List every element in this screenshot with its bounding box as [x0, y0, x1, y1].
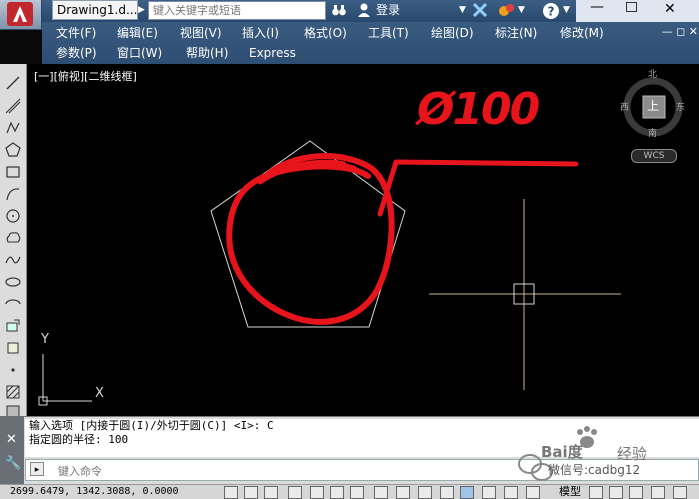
ellipse-tool-icon[interactable]	[4, 273, 22, 291]
red-markup-scribble	[257, 159, 357, 185]
revision-cloud-tool-icon[interactable]	[4, 229, 22, 247]
ucs-x-label: X	[95, 386, 104, 401]
application-menu-button[interactable]	[0, 0, 42, 30]
grid-display-icon[interactable]	[264, 486, 278, 499]
workspace-switching-icon[interactable]	[673, 486, 687, 499]
login-label[interactable]: 登录	[376, 2, 400, 19]
ucs-y-label: Y	[41, 332, 49, 347]
viewcube-top-face[interactable]: 上	[647, 97, 659, 114]
annotation-monitor-icon[interactable]	[526, 486, 540, 499]
polygon-tool-icon[interactable]	[4, 141, 22, 159]
menu-parameter[interactable]: 参数(P)	[56, 44, 97, 62]
selection-cycling-icon[interactable]	[504, 486, 518, 499]
document-window-controls[interactable]: — ◻ ✕	[648, 24, 698, 40]
crosshair-cursor	[429, 199, 621, 390]
chevron-down-icon[interactable]: ▼	[459, 2, 466, 19]
polar-tracking-icon[interactable]	[310, 486, 324, 499]
point-tool-icon[interactable]	[4, 361, 22, 379]
keyword-search-input[interactable]: 键入关键字或短语	[148, 1, 326, 20]
menu-draw[interactable]: 绘图(D)	[431, 24, 474, 42]
drawing-surface	[38, 77, 683, 406]
circle-tool-icon[interactable]	[4, 207, 22, 225]
polyline-tool-icon[interactable]	[4, 119, 22, 137]
compass-west-label: 西	[620, 103, 630, 113]
close-icon[interactable]: ✕	[664, 1, 676, 17]
object-snap-tracking-icon[interactable]	[374, 486, 388, 499]
rectangle-tool-icon[interactable]	[4, 163, 22, 181]
model-space-toggle[interactable]: 模型	[559, 485, 581, 499]
svg-text:?: ?	[548, 5, 555, 19]
help-icon[interactable]: ?	[542, 2, 560, 19]
transparency-icon[interactable]	[460, 486, 474, 499]
menu-tools[interactable]: 工具(T)	[368, 24, 409, 42]
compass-east-label: 东	[676, 103, 686, 113]
menu-dimension[interactable]: 标注(N)	[495, 24, 537, 42]
quick-view-drawings-icon[interactable]	[629, 486, 643, 499]
ortho-mode-icon[interactable]	[288, 486, 302, 499]
autocad-logo-icon	[7, 2, 33, 26]
menu-express[interactable]: Express	[249, 44, 296, 62]
menu-insert[interactable]: 插入(I)	[242, 24, 279, 42]
restore-icon[interactable]	[626, 2, 637, 12]
menu-window[interactable]: 窗口(W)	[117, 44, 162, 62]
viewport-controls-label[interactable]: [一][俯视][二维线框]	[34, 70, 137, 84]
command-input[interactable]	[56, 462, 460, 480]
menu-edit[interactable]: 编辑(E)	[117, 24, 158, 42]
ucs-icon	[38, 354, 92, 406]
menu-view[interactable]: 视图(V)	[180, 24, 222, 42]
chevron-down-icon[interactable]: ▼	[518, 2, 525, 19]
wcs-menu-button[interactable]: WCS	[631, 149, 677, 163]
wrench-icon[interactable]: 🔧	[5, 456, 21, 471]
hatch-tool-icon[interactable]	[4, 383, 22, 401]
window-controls: — ✕	[576, 0, 699, 22]
user-icon[interactable]	[357, 2, 371, 19]
chevron-down-icon[interactable]: ▼	[563, 2, 570, 19]
document-title: Drawing1.d...	[52, 0, 138, 20]
diameter-annotation: Ø100	[417, 84, 540, 140]
draw-toolbar	[0, 64, 27, 422]
binoculars-icon[interactable]	[331, 2, 347, 19]
construction-line-tool-icon[interactable]	[4, 97, 22, 115]
cursor-coordinates: 2699.6479, 1342.3088, 0.0000	[10, 486, 179, 497]
command-prompt-icon[interactable]: ▸	[30, 462, 44, 476]
exchange-x-icon[interactable]	[472, 2, 488, 19]
quick-properties-icon[interactable]	[482, 486, 496, 499]
minimize-icon[interactable]: —	[590, 0, 604, 15]
drawing-canvas[interactable]: Ø100 北 南 东 西 上 Y X	[28, 64, 699, 416]
close-icon[interactable]: ✕	[6, 432, 17, 447]
quick-view-layouts-icon[interactable]	[609, 486, 623, 499]
watermark-wechat-text: 微信号:cadbg12	[548, 463, 641, 477]
menu-file[interactable]: 文件(F)	[56, 24, 96, 42]
lineweight-icon[interactable]	[440, 486, 454, 499]
spline-tool-icon[interactable]	[4, 251, 22, 269]
ellipse-arc-tool-icon[interactable]	[4, 295, 22, 313]
stay-connected-icon[interactable]	[498, 2, 516, 19]
red-markup-circle	[226, 153, 395, 325]
menu-format[interactable]: 格式(O)	[304, 24, 347, 42]
chevron-right-icon[interactable]: ▶	[138, 3, 148, 17]
dynamic-ucs-icon[interactable]	[396, 486, 410, 499]
diameter-annotation-text: Ø100	[417, 84, 540, 135]
command-line-handle: ✕ 🔧	[0, 416, 24, 484]
3d-object-snap-icon[interactable]	[350, 486, 364, 499]
make-block-tool-icon[interactable]	[4, 339, 22, 357]
dynamic-input-icon[interactable]	[418, 486, 432, 499]
object-snap-icon[interactable]	[330, 486, 344, 499]
layout-icon[interactable]	[589, 486, 603, 499]
arc-tool-icon[interactable]	[4, 185, 22, 203]
menu-modify[interactable]: 修改(M)	[560, 24, 604, 42]
snap-mode-icon[interactable]	[244, 486, 258, 499]
infer-constraints-icon[interactable]	[224, 486, 238, 499]
red-leader-line	[377, 159, 579, 217]
insert-block-tool-icon[interactable]	[4, 317, 22, 335]
watermark-baidu-text: Bai度	[541, 443, 583, 461]
line-tool-icon[interactable]	[4, 74, 22, 92]
annotation-scale-icon[interactable]	[651, 486, 665, 499]
menu-help[interactable]: 帮助(H)	[186, 44, 228, 62]
compass-north-label: 北	[648, 70, 658, 80]
compass-south-label: 南	[648, 129, 658, 139]
